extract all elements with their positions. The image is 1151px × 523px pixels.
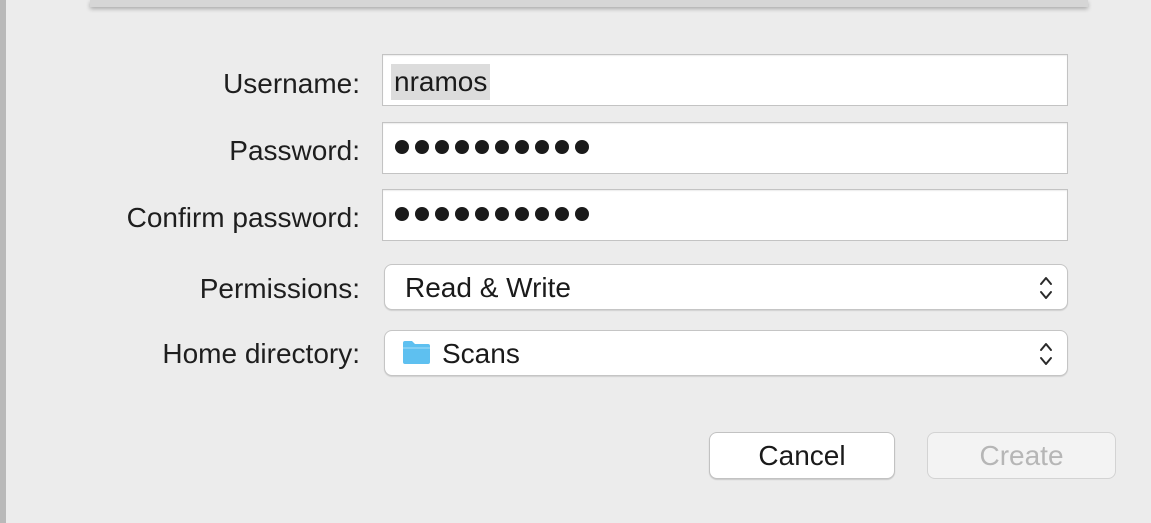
- password-mask: [395, 140, 589, 154]
- home-directory-label: Home directory:: [162, 338, 360, 369]
- username-field[interactable]: nramos: [382, 54, 1068, 106]
- permissions-popup[interactable]: Read & Write: [384, 264, 1068, 310]
- permissions-value: Read & Write: [405, 272, 571, 303]
- home-directory-popup[interactable]: Scans: [384, 330, 1068, 376]
- sheet-top-frame: [90, 0, 1088, 7]
- permissions-label: Permissions:: [199, 273, 360, 304]
- username-label: Username:: [223, 68, 360, 99]
- confirm-password-label: Confirm password:: [126, 202, 360, 233]
- confirm-password-field[interactable]: [382, 189, 1068, 241]
- chevron-updown-icon: [1040, 277, 1052, 299]
- create-button[interactable]: Create: [927, 432, 1116, 479]
- home-directory-value: Scans: [442, 338, 520, 369]
- password-label: Password:: [229, 135, 360, 166]
- chevron-updown-icon: [1040, 343, 1052, 365]
- cancel-button[interactable]: Cancel: [709, 432, 895, 479]
- folder-icon: [403, 341, 430, 364]
- confirm-password-mask: [395, 207, 589, 221]
- username-value: nramos: [391, 64, 491, 100]
- window-left-edge: [0, 0, 6, 523]
- password-field[interactable]: [382, 122, 1068, 174]
